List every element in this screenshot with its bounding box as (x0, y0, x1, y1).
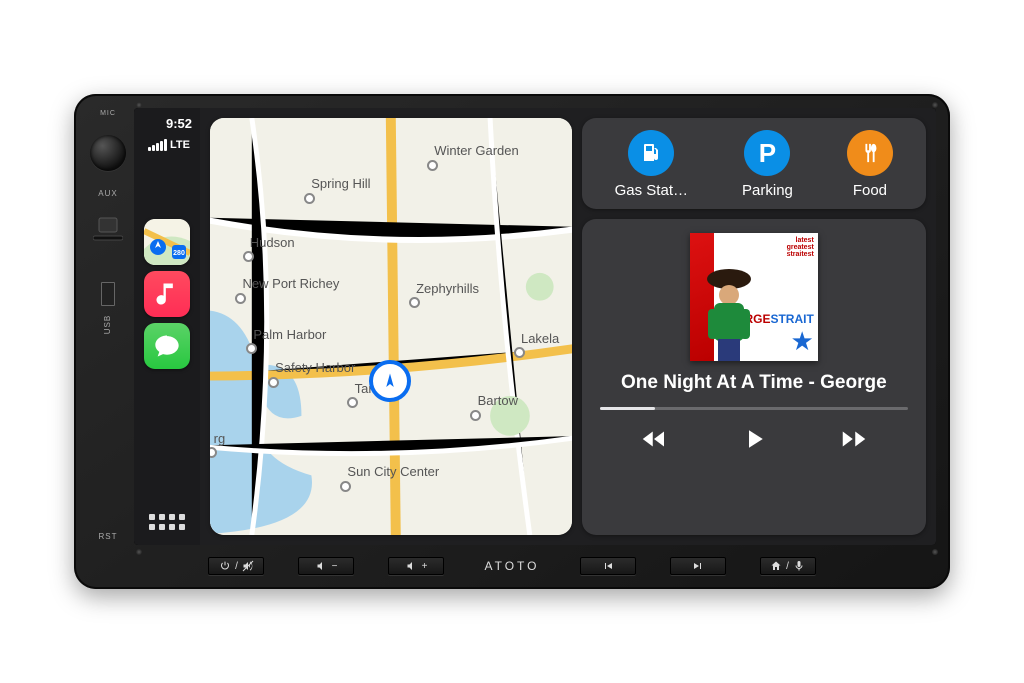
poi-label: Parking (742, 182, 793, 199)
map-place-label: Sun City Center (347, 464, 439, 479)
network-label: LTE (170, 139, 190, 151)
hw-next-track-button[interactable] (670, 557, 726, 575)
playback-controls (634, 422, 875, 456)
album-subtitle: latest greatest straitest (718, 237, 814, 258)
mic-knob[interactable] (90, 135, 126, 171)
dashboard-button[interactable] (144, 507, 190, 537)
poi-label: Food (853, 182, 887, 199)
track-title: One Night At A Time - George (621, 371, 887, 395)
maps-icon: 280 (144, 219, 190, 265)
status-time: 9:52 (138, 116, 196, 131)
screw (136, 102, 142, 108)
touchscreen: 9:52 LTE 280 (134, 108, 936, 545)
hw-home-voice-button[interactable]: / (760, 557, 816, 575)
album-figure-icon (694, 261, 764, 361)
aux-label: AUX (98, 189, 117, 198)
map-place-dot (427, 160, 438, 171)
sidebar-app-music[interactable] (144, 271, 190, 317)
map-place-dot (243, 251, 254, 262)
gas-pump-icon (628, 130, 674, 176)
map-place-dot (268, 377, 279, 388)
brand-label: ATOTO (478, 559, 545, 573)
album-art: latest greatest straitest GEORGESTRAIT ★ (690, 233, 818, 361)
svg-text:280: 280 (173, 250, 185, 257)
map-place-label: Spring Hill (311, 176, 370, 191)
mic-label: MIC (100, 110, 116, 117)
map-place-label: Zephyrhills (416, 281, 479, 296)
map-place-label: Lakela (521, 331, 559, 346)
user-location-icon (369, 360, 411, 402)
carplay-sidebar: 9:52 LTE 280 (134, 108, 200, 545)
sidebar-app-maps[interactable]: 280 (144, 219, 190, 265)
map-place-dot (340, 481, 351, 492)
map-panel[interactable]: Winter Garden Spring Hill Hudson New Port R… (210, 118, 572, 535)
hw-vol-down-button[interactable]: − (298, 557, 354, 575)
hw-vol-up-button[interactable]: + (388, 557, 444, 575)
map-place-label: Bartow (478, 393, 518, 408)
reset-label: RST (99, 532, 118, 541)
map-place-label: New Port Richey (243, 276, 340, 291)
map-place-label: Safety Harbor (275, 360, 355, 375)
signal-bars-icon (148, 139, 167, 151)
music-note-icon (153, 280, 181, 308)
food-icon (847, 130, 893, 176)
play-button[interactable] (734, 422, 774, 456)
carplay-dashboard: Winter Garden Spring Hill Hudson New Port R… (200, 108, 936, 545)
status-signal: LTE (144, 139, 190, 151)
map-place-label: Hudson (250, 235, 295, 250)
hardware-bottom-keys: / − + ATOTO / (88, 545, 936, 581)
poi-gas[interactable]: Gas Stat… (615, 130, 688, 199)
poi-parking[interactable]: P Parking (742, 130, 793, 199)
message-bubble-icon (153, 332, 181, 360)
right-column: Gas Stat… P Parking Food (582, 118, 926, 535)
hw-prev-track-button[interactable] (580, 557, 636, 575)
now-playing-panel[interactable]: latest greatest straitest GEORGESTRAIT ★… (582, 219, 926, 535)
map-place-label: Winter Garden (434, 143, 519, 158)
progress-bar[interactable] (600, 407, 908, 410)
screw (932, 102, 938, 108)
map-place-label: Palm Harbor (253, 327, 326, 342)
poi-suggestions-panel: Gas Stat… P Parking Food (582, 118, 926, 209)
hw-power-mute-button[interactable]: / (208, 557, 264, 575)
forward-button[interactable] (834, 422, 874, 456)
usb-port[interactable]: USB (98, 282, 118, 332)
map-place-dot (304, 193, 315, 204)
screw (136, 549, 142, 555)
sd-card-slot[interactable] (93, 216, 123, 264)
car-head-unit: MIC AUX USB RST 9:52 LTE (74, 94, 950, 589)
sidebar-app-messages[interactable] (144, 323, 190, 369)
parking-icon: P (744, 130, 790, 176)
poi-label: Gas Stat… (615, 182, 688, 199)
poi-food[interactable]: Food (847, 130, 893, 199)
rewind-button[interactable] (634, 422, 674, 456)
hardware-left-strip: MIC AUX USB RST (88, 108, 128, 545)
screw (932, 549, 938, 555)
map-place-label: rg (214, 431, 226, 446)
